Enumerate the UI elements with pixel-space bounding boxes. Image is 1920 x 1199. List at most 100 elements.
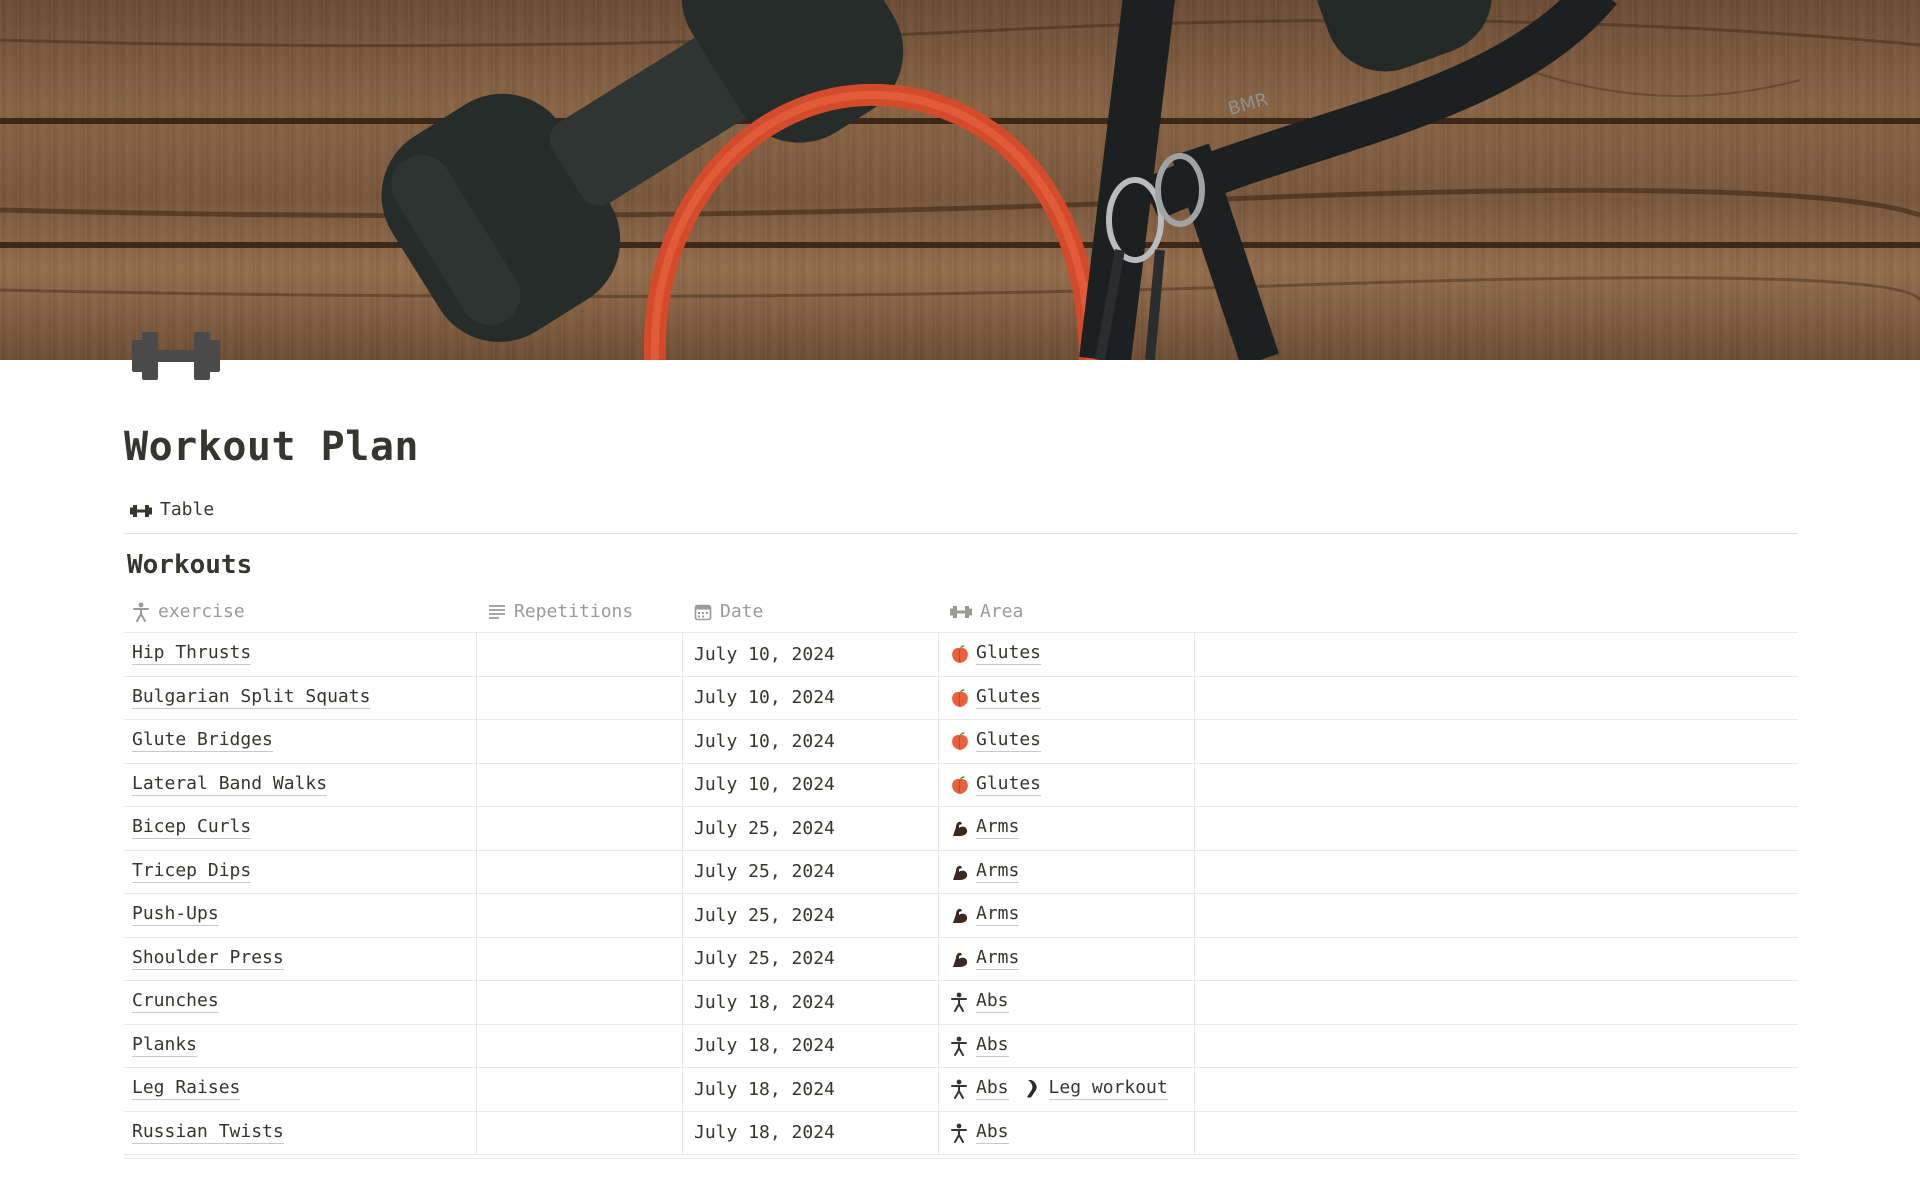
cell-date[interactable]: July 10, 2024 — [682, 764, 938, 807]
cell-empty — [1194, 894, 1798, 937]
cell-area[interactable]: Glutes — [938, 764, 1194, 807]
cell-area[interactable]: Abs Leg workout — [938, 1068, 1194, 1111]
exercise-link[interactable]: Russian Twists — [132, 1122, 284, 1144]
cell-repetitions[interactable] — [476, 720, 682, 763]
area-tag-glutes[interactable]: Glutes — [950, 687, 1042, 709]
exercise-link[interactable]: Bicep Curls — [132, 817, 252, 840]
table-row[interactable]: Planks July 18, 2024 Abs — [124, 1024, 1798, 1068]
table-row[interactable]: Leg Raises July 18, 2024 Abs Leg workout — [124, 1068, 1798, 1112]
page-icon[interactable] — [130, 326, 222, 386]
cell-repetitions[interactable] — [476, 981, 682, 1024]
date-value: July 25, 2024 — [694, 861, 835, 883]
cell-exercise[interactable]: Leg Raises — [124, 1068, 476, 1111]
exercise-link[interactable]: Tricep Dips — [132, 861, 252, 883]
cell-area[interactable]: Glutes — [938, 720, 1194, 763]
area-tag-abs[interactable]: Abs — [950, 991, 1009, 1014]
exercise-link[interactable]: Shoulder Press — [132, 948, 284, 970]
cell-date[interactable]: July 25, 2024 — [682, 938, 938, 981]
area-tag-glutes[interactable]: Glutes — [950, 643, 1042, 666]
cell-repetitions[interactable] — [476, 764, 682, 807]
area-tag-arms[interactable]: Arms — [950, 817, 1020, 840]
column-header-area[interactable]: Area — [938, 590, 1194, 633]
cell-exercise[interactable]: Crunches — [124, 981, 476, 1024]
cell-repetitions[interactable] — [476, 807, 682, 850]
cell-repetitions[interactable] — [476, 851, 682, 894]
cell-repetitions[interactable] — [476, 894, 682, 937]
cell-exercise[interactable]: Glute Bridges — [124, 720, 476, 763]
date-value: July 10, 2024 — [694, 730, 835, 752]
cell-exercise[interactable]: Russian Twists — [124, 1112, 476, 1155]
table-row[interactable]: Hip Thrusts July 10, 2024 Glutes — [124, 633, 1798, 677]
cell-date[interactable]: July 18, 2024 — [682, 1112, 938, 1155]
cell-date[interactable]: July 25, 2024 — [682, 894, 938, 937]
cell-date[interactable]: July 10, 2024 — [682, 677, 938, 720]
cell-repetitions[interactable] — [476, 938, 682, 981]
exercise-link[interactable]: Planks — [132, 1035, 198, 1057]
table-row[interactable]: Tricep Dips July 25, 2024 Arms — [124, 850, 1798, 894]
exercise-link[interactable]: Lateral Band Walks — [132, 774, 328, 796]
page-cover[interactable]: BMR — [0, 0, 1920, 360]
area-tag-label: Abs — [976, 1033, 1009, 1057]
cell-date[interactable]: July 18, 2024 — [682, 1068, 938, 1111]
area-tag-arms[interactable]: Arms — [950, 861, 1020, 883]
table-row[interactable]: Bicep Curls July 25, 2024 Arms — [124, 807, 1798, 851]
cell-date[interactable]: July 18, 2024 — [682, 981, 938, 1024]
exercise-link[interactable]: Push-Ups — [132, 904, 219, 927]
table-row[interactable]: Lateral Band Walks July 10, 2024 Glutes — [124, 763, 1798, 807]
table-row[interactable]: Bulgarian Split Squats July 10, 2024 Glute… — [124, 676, 1798, 720]
table-row[interactable]: Crunches July 18, 2024 Abs — [124, 981, 1798, 1025]
date-value: July 10, 2024 — [694, 643, 835, 665]
cell-repetitions[interactable] — [476, 677, 682, 720]
area-tag-arms[interactable]: Arms — [950, 904, 1020, 927]
area-tag-abs[interactable]: Abs — [950, 1078, 1009, 1101]
exercise-link[interactable]: Leg Raises — [132, 1078, 241, 1101]
cell-exercise[interactable]: Push-Ups — [124, 894, 476, 937]
area-tag-arms[interactable]: Arms — [950, 948, 1020, 970]
cell-exercise[interactable]: Tricep Dips — [124, 851, 476, 894]
column-header-exercise[interactable]: exercise — [124, 590, 476, 633]
area-tag-leg-workout[interactable]: Leg workout — [1023, 1078, 1168, 1101]
table-row[interactable]: Push-Ups July 25, 2024 Arms — [124, 894, 1798, 938]
cell-area[interactable]: Arms — [938, 851, 1194, 894]
exercise-link[interactable]: Bulgarian Split Squats — [132, 687, 371, 709]
cell-area[interactable]: Arms — [938, 807, 1194, 850]
cell-date[interactable]: July 10, 2024 — [682, 633, 938, 676]
cell-repetitions[interactable] — [476, 1025, 682, 1068]
cell-area[interactable]: Abs — [938, 1025, 1194, 1068]
cell-area[interactable]: Glutes — [938, 633, 1194, 676]
cell-area[interactable]: Arms — [938, 938, 1194, 981]
page-title[interactable]: Workout Plan — [124, 424, 419, 470]
cell-date[interactable]: July 25, 2024 — [682, 807, 938, 850]
cell-exercise[interactable]: Hip Thrusts — [124, 633, 476, 676]
exercise-link[interactable]: Hip Thrusts — [132, 643, 252, 666]
area-tag-glutes[interactable]: Glutes — [950, 774, 1042, 796]
column-header-date[interactable]: Date — [682, 590, 938, 633]
cell-area[interactable]: Glutes — [938, 677, 1194, 720]
cell-area[interactable]: Abs — [938, 981, 1194, 1024]
column-header-repetitions[interactable]: Repetitions — [476, 590, 682, 633]
table-row[interactable]: Glute Bridges July 10, 2024 Glutes — [124, 720, 1798, 764]
exercise-link[interactable]: Crunches — [132, 991, 219, 1014]
cell-area[interactable]: Abs — [938, 1112, 1194, 1155]
cell-exercise[interactable]: Bulgarian Split Squats — [124, 677, 476, 720]
exercise-link[interactable]: Glute Bridges — [132, 730, 273, 753]
table-row[interactable]: Russian Twists July 18, 2024 Abs — [124, 1111, 1798, 1155]
cell-date[interactable]: July 25, 2024 — [682, 851, 938, 894]
cell-repetitions[interactable] — [476, 1112, 682, 1155]
cell-date[interactable]: July 18, 2024 — [682, 1025, 938, 1068]
cell-exercise[interactable]: Planks — [124, 1025, 476, 1068]
cell-repetitions[interactable] — [476, 1068, 682, 1111]
peach-icon — [950, 731, 970, 751]
cell-exercise[interactable]: Bicep Curls — [124, 807, 476, 850]
area-tag-abs[interactable]: Abs — [950, 1122, 1009, 1144]
area-tag-glutes[interactable]: Glutes — [950, 730, 1042, 753]
area-tag-abs[interactable]: Abs — [950, 1035, 1009, 1057]
tab-table[interactable]: Table — [130, 492, 214, 526]
cell-area[interactable]: Arms — [938, 894, 1194, 937]
cell-exercise[interactable]: Shoulder Press — [124, 938, 476, 981]
table-row[interactable]: Shoulder Press July 25, 2024 Arms — [124, 937, 1798, 981]
database-title[interactable]: Workouts — [127, 550, 252, 580]
cell-exercise[interactable]: Lateral Band Walks — [124, 764, 476, 807]
cell-date[interactable]: July 10, 2024 — [682, 720, 938, 763]
cell-repetitions[interactable] — [476, 633, 682, 676]
